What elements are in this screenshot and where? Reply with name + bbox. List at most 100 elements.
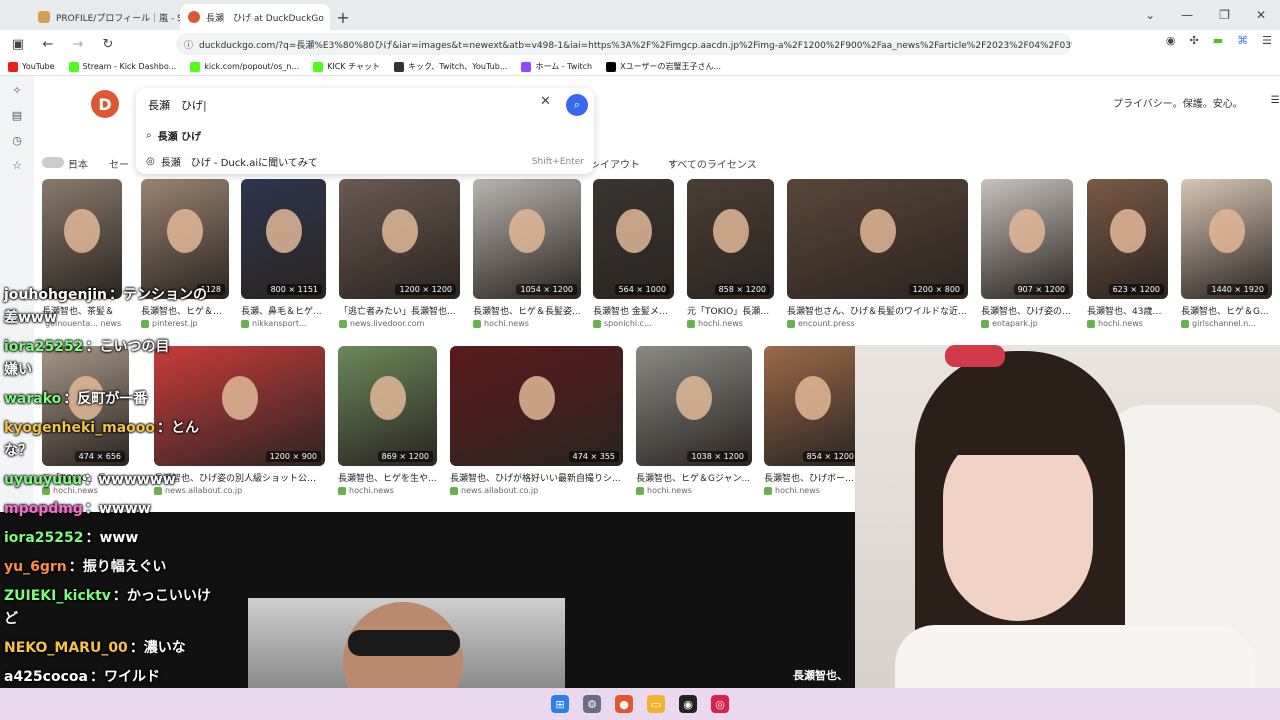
obs-icon[interactable]: ◉ — [679, 695, 697, 713]
result-source[interactable]: hochi.news — [687, 319, 774, 328]
result-title[interactable]: 長瀬智也、ヒゲ＆Gジャン... — [636, 471, 752, 484]
result-title[interactable]: 長瀬智也、ひげが格好いい最新自撮りシ... — [450, 471, 623, 484]
restore-icon[interactable]: ❐ — [1219, 8, 1230, 22]
result-thumbnail[interactable] — [42, 179, 122, 299]
address-bar[interactable]: ⓘ duckduckgo.com/?q=長瀬%E3%80%80ひげ&iar=im… — [176, 33, 1072, 55]
new-tab-button[interactable]: + — [330, 4, 356, 30]
tab-profile[interactable]: PROFILE/プロフィール｜嵐 - Storm ✕ — [30, 4, 180, 30]
result-title[interactable]: 長瀬智也、ひげ姿の別人級ショット公開!... — [154, 471, 325, 484]
minimize-icon[interactable]: — — [1181, 8, 1193, 22]
search-button[interactable]: ⌕ — [566, 94, 588, 116]
back-icon[interactable]: ← — [38, 34, 58, 54]
privacy-tagline[interactable]: プライバシー。保護。安心。 — [1113, 95, 1243, 110]
image-result[interactable]: 1200 × 800 長瀬智也さん、ひげ＆長髪のワイルドな近... encount.… — [787, 179, 968, 335]
result-source[interactable]: nikkansport... — [241, 319, 326, 328]
result-title[interactable]: 長瀬智也、ヒゲ＆長髪姿... — [473, 304, 581, 317]
result-thumbnail[interactable]: 623 × 1200 — [1087, 179, 1168, 299]
filter-license[interactable]: すべてのライセンス ⌄ — [668, 156, 757, 171]
tab-duckduckgo[interactable]: 長瀬 ひげ at DuckDuckGo ✕ — [180, 4, 330, 30]
result-title[interactable]: 長瀬智也、ヒゲ＆G... — [1181, 304, 1272, 317]
firefox-icon[interactable]: ● — [615, 695, 633, 713]
settings-icon[interactable]: ⚙ — [583, 695, 601, 713]
result-title[interactable]: 長瀬智也、ひげ姿の... — [981, 304, 1073, 317]
extensions-icon[interactable]: ✣ — [1190, 34, 1199, 47]
result-thumbnail[interactable]: 869 × 1200 — [338, 346, 437, 466]
result-source[interactable]: hochi.news — [764, 486, 862, 495]
image-result[interactable]: 1128 長瀬智也、ヒゲ＆サ... pinterest.jp — [141, 179, 229, 335]
result-title[interactable]: 長瀬、鼻毛＆ヒゲ... — [241, 304, 326, 317]
image-result[interactable]: 623 × 1200 長瀬智也、43歳の... hochi.news — [1087, 179, 1168, 335]
image-result[interactable]: 1200 × 1200 「逃亡者みたい」長瀬智也... news.livedoor.… — [339, 179, 460, 335]
result-source[interactable]: pinterest.jp — [141, 319, 229, 328]
image-result[interactable]: 800 × 1151 長瀬、鼻毛＆ヒゲ... nikkansport... — [241, 179, 326, 335]
ai-sparkle-icon[interactable]: ✧ — [12, 84, 21, 97]
result-thumbnail[interactable]: 474 × 355 — [450, 346, 623, 466]
result-thumbnail[interactable]: 907 × 1200 — [981, 179, 1073, 299]
chevron-down-icon[interactable]: ⌄ — [1145, 8, 1155, 22]
result-source[interactable]: hochi.news — [1087, 319, 1168, 328]
result-thumbnail[interactable]: 800 × 1151 — [241, 179, 326, 299]
bookmark-multi[interactable]: キック、Twitch、YouTub... — [394, 61, 507, 72]
region-toggle[interactable] — [42, 157, 64, 168]
image-result[interactable]: 907 × 1200 長瀬智也、ひげ姿の... entapark.jp — [981, 179, 1073, 335]
result-source[interactable]: sponichi.c... — [593, 319, 674, 328]
filter-safesearch[interactable]: セー — [109, 156, 129, 171]
bookmark-kick-dashboard[interactable]: Stream - Kick Dashbo... — [68, 61, 176, 72]
image-result[interactable]: 858 × 1200 元「TOKIO」長瀬智... hochi.news — [687, 179, 774, 335]
result-source[interactable]: entapark.jp — [981, 319, 1073, 328]
clear-search-icon[interactable]: ✕ — [540, 94, 551, 109]
result-source[interactable]: news.allabout.co.jp — [154, 486, 325, 495]
result-thumbnail[interactable]: 1038 × 1200 — [636, 346, 752, 466]
hamburger-menu-icon[interactable]: ☰ — [1271, 95, 1280, 110]
image-result[interactable]: 564 × 1000 長瀬智也 金髪メッ... sponichi.c... — [593, 179, 674, 335]
result-thumbnail[interactable]: 854 × 1200 — [764, 346, 862, 466]
image-result[interactable]: 854 × 1200 長瀬智也、ひげボーボ... hochi.news — [764, 346, 862, 502]
menu-icon[interactable]: ☰ — [1262, 34, 1272, 47]
bookmark-twitch[interactable]: ホーム - Twitch — [521, 61, 592, 72]
result-thumbnail[interactable]: 1200 × 800 — [787, 179, 968, 299]
result-thumbnail[interactable]: 1054 × 1200 — [473, 179, 581, 299]
result-source[interactable]: hochi.news — [636, 486, 752, 495]
result-source[interactable]: news.allabout.co.jp — [450, 486, 623, 495]
result-source[interactable]: hochi.news — [473, 319, 581, 328]
forward-icon[interactable]: → — [68, 34, 88, 54]
bookmark-kick-popout[interactable]: kick.com/popout/os_n... — [190, 61, 299, 72]
result-source[interactable]: hochi.news — [338, 486, 437, 495]
result-title[interactable]: 長瀬智也さん、ひげ＆長髪のワイルドな近... — [787, 304, 968, 317]
image-result[interactable]: 1038 × 1200 長瀬智也、ヒゲ＆Gジャン... hochi.news — [636, 346, 752, 502]
result-thumbnail[interactable]: 1440 × 1920 — [1181, 179, 1272, 299]
bookmark-kick-chat[interactable]: KICK チャット — [313, 61, 380, 72]
result-thumbnail[interactable]: 1200 × 1200 — [339, 179, 460, 299]
image-result[interactable]: 869 × 1200 長瀬智也、ヒゲを生や... hochi.news — [338, 346, 437, 502]
result-source[interactable]: encount.press — [787, 319, 968, 328]
windows-start-icon[interactable]: ⊞ — [551, 695, 569, 713]
result-thumbnail[interactable]: 1200 × 900 — [154, 346, 325, 466]
result-source[interactable]: news.livedoor.com — [339, 319, 460, 328]
bookmark-x-user[interactable]: Xユーザーの岩蟹王子さん... — [606, 61, 721, 72]
result-thumbnail[interactable]: 1128 — [141, 179, 229, 299]
result-title[interactable]: 長瀬智也、ヒゲ＆サ... — [141, 304, 229, 317]
result-thumbnail[interactable]: 858 × 1200 — [687, 179, 774, 299]
collections-icon[interactable]: ▤ — [12, 109, 22, 122]
suggestion-item[interactable]: ⌕ 長瀬 ひげ — [146, 128, 584, 143]
image-result[interactable]: 1054 × 1200 長瀬智也、ヒゲ＆長髪姿... hochi.news — [473, 179, 581, 335]
result-thumbnail[interactable]: 564 × 1000 — [593, 179, 674, 299]
result-source[interactable]: girlschannel.n... — [1181, 319, 1272, 328]
suggestion-duck-ai[interactable]: ◎ 長瀬 ひげ - Duck.aiに聞いてみて Shift+Enter — [146, 154, 584, 169]
folder-icon[interactable]: ▭ — [647, 695, 665, 713]
duckduckgo-logo[interactable]: D — [91, 90, 119, 118]
reload-icon[interactable]: ↻ — [98, 34, 118, 54]
history-icon[interactable]: ◷ — [12, 134, 22, 147]
filter-region[interactable]: 日本 ⌄ — [68, 156, 88, 171]
result-title[interactable]: 長瀬智也 金髪メッ... — [593, 304, 674, 317]
result-title[interactable]: 元「TOKIO」長瀬智... — [687, 304, 774, 317]
close-window-icon[interactable]: ✕ — [1256, 8, 1266, 22]
image-result[interactable]: 474 × 355 長瀬智也、ひげが格好いい最新自撮りシ... news.allab… — [450, 346, 623, 502]
result-title[interactable]: 長瀬智也、43歳の... — [1087, 304, 1168, 317]
image-result[interactable]: 1440 × 1920 長瀬智也、ヒゲ＆G... girlschannel.n... — [1181, 179, 1272, 335]
result-title[interactable]: 長瀬智也、ひげボーボ... — [764, 471, 862, 484]
search-input[interactable]: 長瀬 ひげ| — [148, 97, 207, 113]
star-icon[interactable]: ☆ — [12, 159, 22, 172]
sidebar-toggle-icon[interactable]: ▣ — [8, 34, 28, 54]
app-icon[interactable]: ◎ — [711, 695, 729, 713]
